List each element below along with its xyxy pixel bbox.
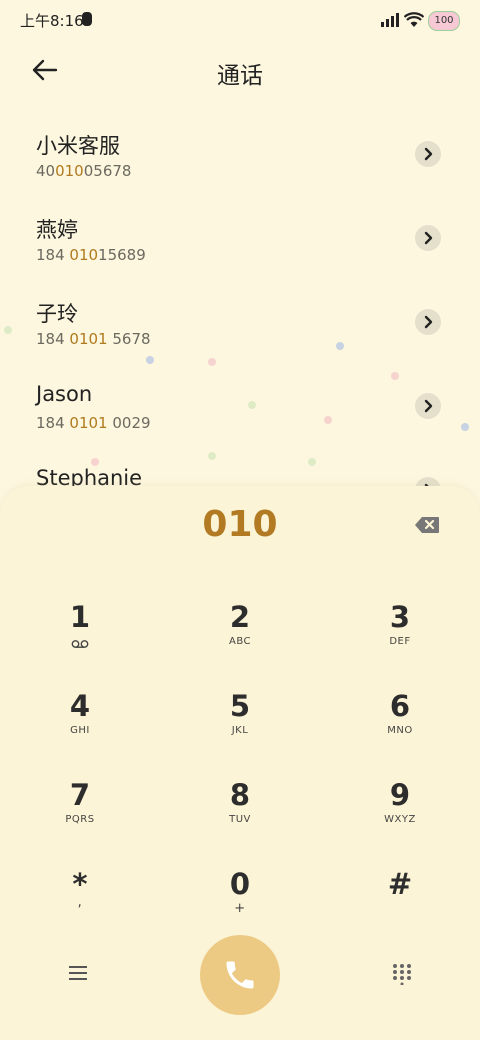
dialpad-icon[interactable] — [392, 963, 412, 985]
contact-item[interactable]: 燕婷 184 01015689 — [0, 204, 480, 288]
contact-name: 燕婷 — [36, 218, 78, 242]
phone-icon — [226, 961, 254, 989]
contact-number: 4001005678 — [36, 162, 132, 180]
contact-item[interactable]: 子玲 184 0101 5678 — [0, 288, 480, 372]
dial-key-8[interactable]: 8 TUV — [180, 778, 300, 858]
status-bar: 上午8:16 100 — [0, 0, 480, 40]
contact-name: 小米客服 — [36, 134, 120, 158]
call-button[interactable] — [200, 935, 280, 1015]
contact-number: 184 0101 0029 — [36, 414, 151, 432]
dial-key-4[interactable]: 4 GHI — [20, 689, 140, 769]
backspace-icon[interactable] — [414, 516, 440, 534]
contact-item[interactable]: 小米客服 4001005678 — [0, 120, 480, 204]
dial-key-5[interactable]: 5 JKL — [180, 689, 300, 769]
contact-number: 184 01015689 — [36, 246, 146, 264]
signal-icon — [381, 13, 399, 27]
dial-key-3[interactable]: 3 DEF — [340, 600, 460, 680]
contact-name: Jason — [36, 382, 93, 406]
dial-key-2[interactable]: 2 ABC — [180, 600, 300, 680]
dial-key-6[interactable]: 6 MNO — [340, 689, 460, 769]
voicemail-icon — [71, 640, 89, 648]
contact-name: 子玲 — [36, 302, 78, 326]
notification-icon — [82, 12, 92, 26]
contact-item[interactable]: Stephanie — [0, 456, 480, 490]
contact-number: 184 0101 5678 — [36, 330, 151, 348]
chevron-right-icon[interactable] — [415, 141, 441, 167]
page-title: 通话 — [217, 63, 263, 89]
dial-key-star[interactable]: * , — [20, 867, 140, 947]
battery-icon: 100 — [428, 11, 460, 31]
chevron-right-icon[interactable] — [415, 309, 441, 335]
menu-icon[interactable] — [68, 964, 88, 982]
contact-list[interactable]: 小米客服 4001005678 燕婷 184 01015689 子玲 184 0… — [0, 120, 480, 490]
contact-item[interactable]: Jason 184 0101 0029 — [0, 372, 480, 456]
dial-key-7[interactable]: 7 PQRS — [20, 778, 140, 858]
dial-key-hash[interactable]: # — [340, 867, 460, 947]
wifi-icon — [404, 12, 424, 27]
status-time: 上午8:16 — [20, 12, 84, 30]
dialed-number[interactable]: 010 — [0, 504, 480, 545]
chevron-right-icon[interactable] — [415, 225, 441, 251]
dial-key-9[interactable]: 9 WXYZ — [340, 778, 460, 858]
dial-key-1[interactable]: 1 — [20, 600, 140, 680]
chevron-right-icon[interactable] — [415, 393, 441, 419]
